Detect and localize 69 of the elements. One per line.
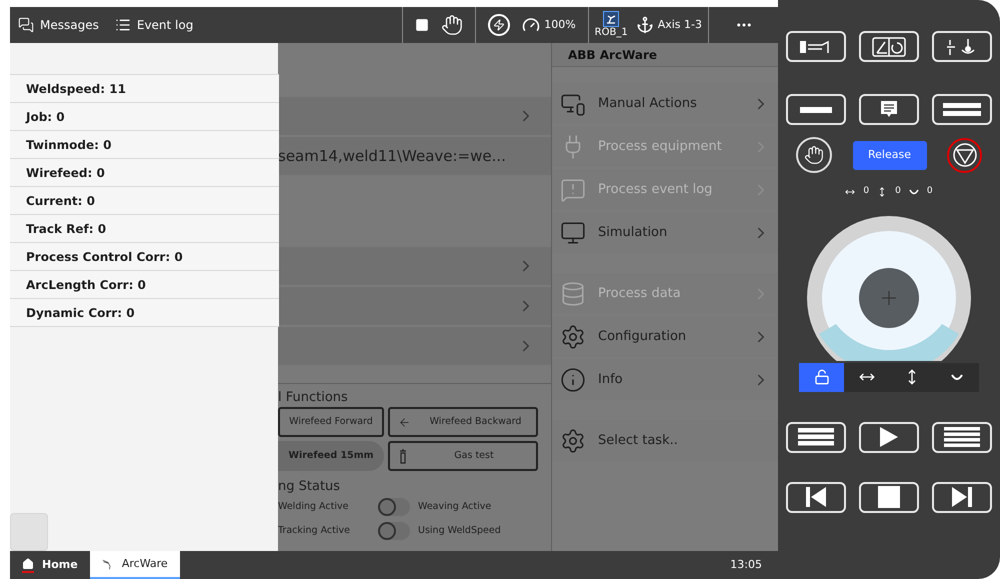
- frame-button[interactable]: [859, 31, 919, 62]
- stop-button[interactable]: [859, 482, 919, 512]
- list-icon: [114, 17, 131, 33]
- play-icon: [879, 426, 899, 448]
- speed-button[interactable]: 100%: [522, 16, 576, 34]
- left-arrow-icon: [398, 416, 411, 428]
- axis-reading: 0: [895, 185, 901, 198]
- toggle-switch[interactable]: [378, 498, 410, 516]
- skip-back-icon: [805, 486, 827, 508]
- function-button[interactable]: Wirefeed 15mm: [278, 441, 384, 471]
- robot-button[interactable]: ROB_1: [594, 11, 628, 39]
- play-button[interactable]: [859, 422, 919, 452]
- minus-icon: [800, 106, 832, 112]
- database-icon: [560, 280, 586, 306]
- tool-button[interactable]: [786, 31, 846, 62]
- clock: 13:05: [730, 556, 763, 573]
- hand-icon[interactable]: [441, 14, 464, 36]
- status-label: Weaving Active: [418, 500, 492, 514]
- axis-reading: 0: [863, 185, 870, 198]
- bars-icon: [944, 427, 980, 447]
- axis-button[interactable]: Axis 1-3: [636, 16, 702, 34]
- value-row: Dynamic Corr: 0: [10, 298, 279, 327]
- event-log-button[interactable]: Event log: [106, 16, 202, 34]
- note-icon: [880, 100, 898, 120]
- step-forward-button[interactable]: [932, 422, 992, 452]
- info-icon: [560, 366, 586, 392]
- gauge-icon: [522, 16, 540, 34]
- bars-icon: [798, 428, 834, 446]
- note-button[interactable]: [859, 94, 919, 125]
- unlock-icon: [814, 369, 830, 385]
- section-title: l Functions: [278, 390, 349, 406]
- skip-forward-icon: [951, 486, 973, 508]
- axis-reading: 0: [926, 185, 933, 198]
- section-title: ng Status: [278, 479, 342, 495]
- stop-icon[interactable]: [415, 18, 430, 32]
- increment-button[interactable]: [932, 31, 992, 62]
- function-button[interactable]: Gas test: [388, 441, 538, 471]
- function-button[interactable]: Wirefeed Forward: [278, 407, 384, 437]
- double-bar-icon: [943, 103, 981, 116]
- double-bar-button[interactable]: [932, 94, 992, 125]
- hand-icon[interactable]: [796, 137, 832, 173]
- stop-icon: [878, 486, 900, 508]
- status-label: Tracking Active: [278, 524, 350, 538]
- settings-icon: [560, 324, 586, 350]
- status-label: Using WeldSpeed: [418, 524, 501, 538]
- warning-message-icon: [560, 176, 586, 202]
- chat-icon: [18, 17, 34, 33]
- power-icon[interactable]: [488, 14, 510, 36]
- settings-icon: [560, 428, 586, 454]
- next-button[interactable]: [932, 482, 992, 512]
- step-back-button[interactable]: [786, 422, 846, 452]
- toggle-switch[interactable]: [378, 522, 410, 540]
- row-text: seam14,weld11\Weave:=we...: [278, 146, 506, 167]
- emergency-stop-icon[interactable]: [947, 138, 982, 172]
- app-tab[interactable]: ArcWare: [90, 551, 180, 579]
- value-row: Weldspeed: 11: [10, 74, 279, 103]
- home-tab[interactable]: Home: [10, 551, 90, 579]
- home-icon: [22, 558, 34, 572]
- menu-header: ABB ArcWare: [552, 43, 778, 67]
- status-label: Welding Active: [278, 500, 348, 514]
- gas-bottle-icon: [398, 448, 408, 464]
- previous-button[interactable]: [786, 482, 846, 512]
- release-button[interactable]: Release: [852, 140, 926, 170]
- minus-button[interactable]: [786, 94, 846, 125]
- function-button[interactable]: Wirefeed Backward: [388, 407, 538, 437]
- messages-button[interactable]: Messages: [10, 16, 107, 34]
- robot-icon: [603, 11, 620, 27]
- monitor-icon: [560, 220, 586, 246]
- coordinate-icon: [871, 36, 907, 58]
